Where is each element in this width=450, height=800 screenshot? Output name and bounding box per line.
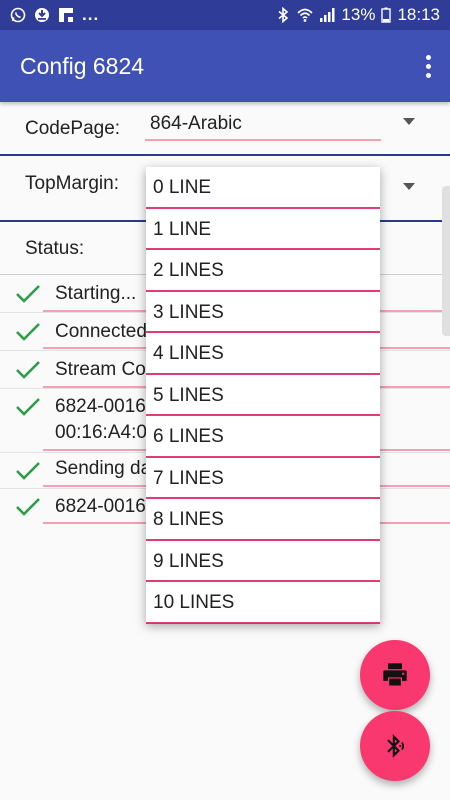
option-label: 3 LINES bbox=[153, 301, 224, 323]
option-label: 1 LINE bbox=[153, 218, 212, 240]
app-bar: Config 6824 bbox=[0, 30, 450, 102]
check-icon bbox=[16, 498, 40, 516]
page-title: Config 6824 bbox=[20, 52, 145, 79]
more-vert-icon[interactable] bbox=[416, 50, 440, 82]
codepage-underline bbox=[145, 139, 381, 141]
battery-percent: 13% bbox=[341, 5, 376, 24]
wifi-icon bbox=[297, 7, 313, 23]
dropdown-option[interactable]: 1 LINE bbox=[146, 209, 380, 250]
notification-icons: ... bbox=[10, 5, 99, 25]
print-icon bbox=[383, 663, 407, 686]
option-label: 2 LINES bbox=[153, 260, 224, 281]
scrollbar[interactable] bbox=[442, 186, 450, 336]
dropdown-option[interactable]: 0 LINE bbox=[146, 167, 380, 209]
whatsapp-icon bbox=[10, 7, 26, 23]
status-label: Status: bbox=[25, 238, 85, 259]
option-label: 4 LINES bbox=[153, 343, 224, 364]
option-label: 6 LINES bbox=[153, 426, 224, 447]
dnd-icon bbox=[34, 7, 50, 23]
check-icon bbox=[16, 462, 40, 480]
option-label: 0 LINE bbox=[153, 177, 212, 198]
clock: 18:13 bbox=[397, 5, 440, 24]
status-text: Connected bbox=[55, 321, 147, 342]
topmargin-dropdown: 0 LINE 1 LINE 2 LINES 3 LINES 4 LINES 5 … bbox=[146, 167, 380, 624]
check-icon bbox=[16, 361, 40, 379]
dropdown-option[interactable]: 9 LINES bbox=[146, 541, 380, 582]
status-text-line2: 00:16:A4:0 bbox=[55, 422, 147, 443]
bluetooth-icon bbox=[275, 7, 291, 23]
bluetooth-connect-button[interactable] bbox=[360, 711, 430, 781]
status-bar: ... 13% 18:13 bbox=[0, 0, 450, 30]
status-text: Sending da bbox=[55, 458, 152, 479]
option-underline bbox=[146, 621, 380, 624]
dropdown-option[interactable]: 10 LINES bbox=[146, 582, 380, 624]
print-button[interactable] bbox=[360, 640, 430, 710]
check-icon bbox=[16, 285, 40, 303]
dropdown-option[interactable]: 3 LINES bbox=[146, 292, 380, 333]
bluetooth-searching-icon bbox=[387, 734, 405, 758]
status-text: Starting... bbox=[55, 283, 137, 304]
dropdown-option[interactable]: 5 LINES bbox=[146, 375, 380, 416]
signal-icon bbox=[319, 7, 335, 23]
dropdown-arrow-icon[interactable] bbox=[403, 118, 415, 125]
dropdown-option[interactable]: 4 LINES bbox=[146, 333, 380, 375]
codepage-spinner[interactable]: 864-Arabic bbox=[150, 113, 242, 135]
dropdown-arrow-icon[interactable] bbox=[403, 183, 415, 190]
topmargin-label: TopMargin: bbox=[25, 173, 119, 194]
dropdown-option[interactable]: 2 LINES bbox=[146, 250, 380, 292]
check-icon bbox=[16, 398, 40, 416]
option-label: 7 LINES bbox=[153, 467, 224, 489]
codepage-label: CodePage: bbox=[25, 118, 121, 139]
more-notifications: ... bbox=[82, 5, 100, 24]
battery-icon bbox=[381, 7, 392, 23]
status-text: Stream Co bbox=[55, 359, 146, 380]
option-label: 9 LINES bbox=[153, 550, 224, 572]
option-label: 10 LINES bbox=[153, 592, 235, 613]
option-label: 8 LINES bbox=[153, 509, 224, 530]
dropdown-option[interactable]: 7 LINES bbox=[146, 458, 380, 499]
status-text: 6824-0016 bbox=[55, 396, 146, 417]
status-text: 6824-0016 bbox=[55, 496, 146, 517]
flipboard-icon bbox=[58, 7, 74, 23]
dropdown-option[interactable]: 8 LINES bbox=[146, 499, 380, 541]
codepage-row: CodePage: 864-Arabic bbox=[0, 102, 450, 156]
dropdown-option[interactable]: 6 LINES bbox=[146, 416, 380, 458]
option-label: 5 LINES bbox=[153, 384, 224, 406]
check-icon bbox=[16, 323, 40, 341]
